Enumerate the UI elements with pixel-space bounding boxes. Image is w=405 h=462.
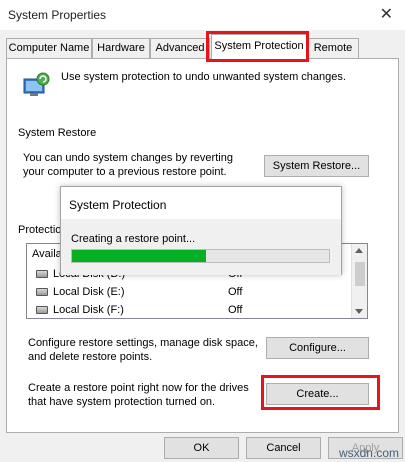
configure-text: Configure restore settings, manage disk … bbox=[28, 337, 258, 363]
drive-status: Off bbox=[228, 286, 243, 298]
drive-icon bbox=[36, 270, 48, 278]
progress-bar bbox=[71, 249, 330, 263]
drive-name: Local Disk (F:) bbox=[53, 304, 124, 316]
tab-advanced[interactable]: Advanced bbox=[150, 38, 210, 58]
drive-icon bbox=[36, 288, 48, 296]
dialog-message: Creating a restore point... bbox=[71, 233, 196, 245]
create-button[interactable]: Create... bbox=[266, 383, 369, 405]
intro-text: Use system protection to undo unwanted s… bbox=[61, 71, 346, 83]
tab-remote[interactable]: Remote bbox=[307, 38, 359, 58]
system-restore-button[interactable]: System Restore... bbox=[264, 155, 369, 177]
system-restore-description: You can undo system changes by reverting… bbox=[23, 152, 233, 178]
scroll-up-icon[interactable] bbox=[355, 248, 363, 253]
list-item[interactable]: Local Disk (E:) Off bbox=[27, 283, 351, 301]
list-item[interactable]: Local Disk (F:) Off bbox=[27, 301, 351, 318]
dialog-body: Creating a restore point... bbox=[61, 219, 341, 275]
scroll-thumb[interactable] bbox=[355, 262, 365, 286]
title-bar: System Properties ✕ bbox=[0, 0, 405, 30]
close-icon[interactable]: ✕ bbox=[380, 4, 393, 24]
drive-name: Local Disk (E:) bbox=[53, 286, 125, 298]
drive-icon bbox=[36, 306, 48, 314]
watermark-text: wsxdn.com bbox=[338, 446, 399, 460]
tab-hardware[interactable]: Hardware bbox=[92, 38, 150, 58]
list-header-available: Availa bbox=[32, 248, 62, 260]
configure-button[interactable]: Configure... bbox=[266, 337, 369, 359]
protection-heading: Protectio bbox=[18, 224, 62, 236]
window-title: System Properties bbox=[8, 8, 107, 22]
system-protection-icon bbox=[21, 71, 51, 101]
cancel-button[interactable]: Cancel bbox=[246, 437, 321, 459]
drive-status: Off bbox=[228, 304, 243, 316]
scroll-down-icon[interactable] bbox=[355, 309, 363, 314]
dialog-title: System Protection bbox=[69, 198, 167, 212]
progress-dialog: System Protection Creating a restore poi… bbox=[60, 186, 342, 275]
progress-fill bbox=[72, 250, 206, 262]
create-text: Create a restore point right now for the… bbox=[28, 382, 249, 408]
ok-button[interactable]: OK bbox=[164, 437, 239, 459]
dialog-title-bar: System Protection bbox=[61, 187, 341, 219]
tab-system-protection[interactable]: System Protection bbox=[211, 34, 307, 59]
system-restore-heading: System Restore bbox=[18, 127, 97, 139]
tab-computer-name[interactable]: Computer Name bbox=[6, 38, 92, 58]
list-scrollbar[interactable] bbox=[351, 244, 367, 318]
